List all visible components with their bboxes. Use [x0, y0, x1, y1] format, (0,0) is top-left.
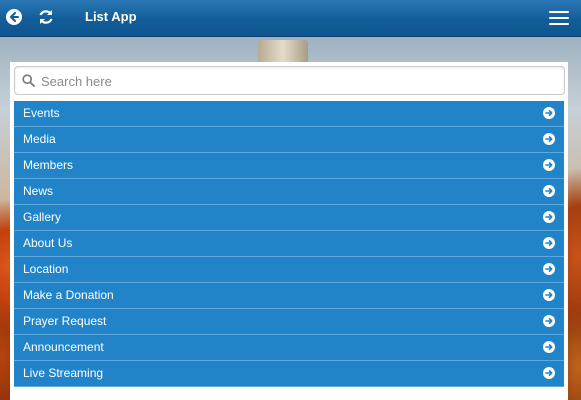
refresh-button[interactable]: [37, 8, 55, 26]
list-item-announcement[interactable]: Announcement: [14, 335, 564, 361]
search-icon: [22, 74, 35, 87]
search-input[interactable]: [39, 70, 558, 92]
menu-line: [549, 17, 569, 19]
list-item-label: About Us: [23, 236, 73, 250]
menu-list: Events Media Members News Gallery About …: [14, 101, 564, 387]
list-item-label: Announcement: [23, 340, 104, 354]
app-header: List App: [0, 0, 581, 37]
list-item-prayer-request[interactable]: Prayer Request: [14, 309, 564, 335]
list-item-members[interactable]: Members: [14, 153, 564, 179]
page-title: List App: [85, 9, 137, 24]
list-item-news[interactable]: News: [14, 179, 564, 205]
list-item-label: Prayer Request: [23, 314, 107, 328]
menu-line: [549, 11, 569, 13]
back-arrow-icon: [10, 12, 19, 22]
refresh-icon: [39, 10, 53, 24]
back-button[interactable]: [6, 9, 22, 25]
background-tower: [258, 40, 308, 62]
list-item-label: Location: [23, 262, 69, 276]
arrow-right-circle-icon: [543, 341, 555, 353]
arrow-right-circle-icon: [543, 185, 555, 197]
list-item-media[interactable]: Media: [14, 127, 564, 153]
list-item-label: Events: [23, 106, 60, 120]
arrow-right-circle-icon: [543, 367, 555, 379]
list-item-location[interactable]: Location: [14, 257, 564, 283]
list-item-label: News: [23, 184, 54, 198]
list-item-label: Members: [23, 158, 74, 172]
list-item-label: Media: [23, 132, 56, 146]
list-item-label: Gallery: [23, 210, 62, 224]
list-item-events[interactable]: Events: [14, 101, 564, 127]
menu-line: [549, 23, 569, 25]
arrow-right-circle-icon: [543, 211, 555, 223]
hamburger-menu-button[interactable]: [549, 11, 569, 27]
list-item-label: Make a Donation: [23, 288, 114, 302]
list-item-make-a-donation[interactable]: Make a Donation: [14, 283, 564, 309]
arrow-right-circle-icon: [543, 237, 555, 249]
search-box: [14, 66, 565, 95]
list-item-label: Live Streaming: [23, 366, 104, 380]
arrow-right-circle-icon: [543, 107, 555, 119]
arrow-right-circle-icon: [543, 263, 555, 275]
arrow-right-circle-icon: [543, 159, 555, 171]
arrow-right-circle-icon: [543, 133, 555, 145]
list-item-live-streaming[interactable]: Live Streaming: [14, 361, 564, 387]
content-panel: Events Media Members News Gallery About …: [10, 62, 568, 400]
list-item-gallery[interactable]: Gallery: [14, 205, 564, 231]
list-item-about-us[interactable]: About Us: [14, 231, 564, 257]
arrow-right-circle-icon: [543, 315, 555, 327]
arrow-right-circle-icon: [543, 289, 555, 301]
